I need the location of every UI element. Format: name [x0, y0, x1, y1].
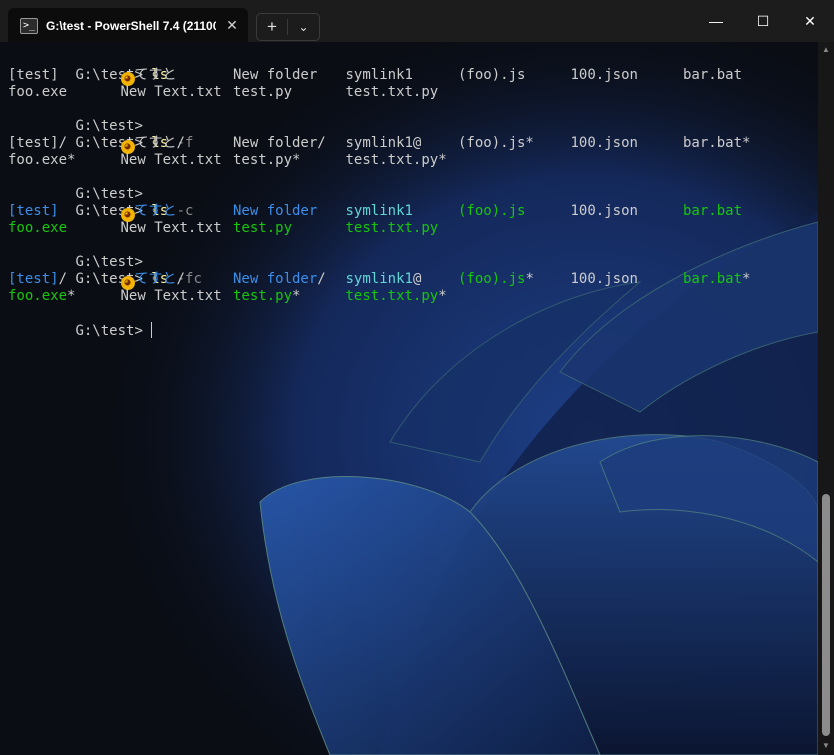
new-tab-button[interactable]: +: [257, 14, 287, 40]
scrollbar-thumb[interactable]: [822, 494, 830, 736]
entry: test.txt.py*: [345, 152, 447, 168]
entry-executable: foo.exe*: [8, 288, 76, 304]
listing-row: [test]/ ◕ てすと/ New folder/ symlink1@ (foo…: [8, 271, 814, 290]
entry: foo.exe: [8, 84, 68, 100]
entry: New Text.txt: [120, 84, 222, 100]
entry-executable: test.txt.py: [345, 220, 439, 236]
entry-directory: New folder: [233, 203, 318, 219]
entry: [test]: [8, 67, 59, 83]
listing-row: foo.exe New Text.txt test.py test.txt.py: [8, 220, 814, 237]
entry: test.py: [233, 84, 293, 100]
close-tab-icon[interactable]: ✕: [222, 15, 242, 35]
listing-row: foo.exe New Text.txt test.py test.txt.py: [8, 84, 814, 101]
listing-row: [test]/ ◕ てすと/ New folder/ symlink1@ (foo…: [8, 135, 814, 154]
entry: 100.json: [570, 67, 638, 83]
powershell-prompt-icon: >_: [20, 18, 38, 34]
entry: New Text.txt: [120, 152, 222, 168]
entry-executable: foo.exe: [8, 220, 68, 236]
text-cursor: [151, 322, 153, 338]
entry: bar.bat*: [683, 135, 751, 151]
entry: (foo).js*: [458, 135, 534, 151]
entry: [test]/: [8, 135, 68, 151]
entry: (foo).js: [458, 67, 526, 83]
prompt-line: G:\test>: [8, 101, 814, 134]
prompt-line: G:\test> ls -fc: [8, 254, 814, 287]
prompt-line: G:\test>: [8, 169, 814, 202]
active-prompt-line[interactable]: G:\test>: [8, 305, 814, 339]
entry-executable: bar.bat: [683, 203, 743, 219]
prompt-line: G:\test> ls: [8, 50, 814, 83]
entry: New folder/: [233, 135, 326, 151]
listing-row: [test] ◕ てすと New folder symlink1 (foo).js…: [8, 67, 814, 86]
entry-executable: test.txt.py*: [345, 288, 447, 304]
entry: 100.json: [570, 135, 638, 151]
entry: 100.json: [570, 203, 638, 219]
terminal-output[interactable]: G:\test> ls [test] ◕ てすと New folder symli…: [8, 50, 814, 339]
prompt-line: G:\test> ls -c: [8, 186, 814, 219]
entry: symlink1@: [345, 135, 422, 151]
entry-executable: bar.bat*: [683, 271, 751, 287]
entry-directory: [test]/: [8, 271, 68, 287]
maximize-button[interactable]: ☐: [740, 0, 786, 42]
close-window-button[interactable]: ✕: [787, 0, 833, 42]
entry-symlink: symlink1@: [345, 271, 422, 287]
entry: foo.exe*: [8, 152, 76, 168]
entry: symlink1: [345, 67, 413, 83]
minimize-button[interactable]: —: [693, 0, 739, 42]
entry-executable: (foo).js: [458, 203, 526, 219]
tab-controls: + ⌄: [256, 13, 320, 41]
scroll-down-arrow-icon[interactable]: ▼: [822, 742, 830, 750]
entry: New Text.txt: [120, 220, 222, 236]
listing-row: [test] ◕ てすと New folder symlink1 (foo).js…: [8, 203, 814, 222]
entry-directory: New folder/: [233, 271, 326, 287]
entry-executable: (foo).js*: [458, 271, 534, 287]
prompt: G:\test>: [75, 323, 152, 339]
title-bar[interactable]: >_ G:\test - PowerShell 7.4 (21100 ✕ + ⌄…: [0, 0, 834, 42]
terminal-pane[interactable]: G:\test> ls [test] ◕ てすと New folder symli…: [0, 42, 818, 755]
listing-row: foo.exe* New Text.txt test.py* test.txt.…: [8, 152, 814, 169]
prompt-line: G:\test>: [8, 237, 814, 270]
entry-symlink: symlink1: [345, 203, 413, 219]
prompt-line: G:\test> ls -f: [8, 118, 814, 151]
tab-title: G:\test - PowerShell 7.4 (21100: [46, 19, 216, 33]
scroll-up-arrow-icon[interactable]: ▲: [822, 46, 830, 54]
entry: New folder: [233, 67, 318, 83]
entry: test.txt.py: [345, 84, 439, 100]
tab-dropdown-button[interactable]: ⌄: [288, 14, 319, 40]
vertical-scrollbar[interactable]: ▲ ▼: [818, 42, 834, 755]
entry: New Text.txt: [120, 288, 222, 304]
entry-executable: test.py: [233, 220, 293, 236]
entry-executable: test.py*: [233, 288, 301, 304]
terminal-window: >_ G:\test - PowerShell 7.4 (21100 ✕ + ⌄…: [0, 0, 834, 755]
entry: bar.bat: [683, 67, 743, 83]
entry: 100.json: [570, 271, 638, 287]
tab-powershell[interactable]: >_ G:\test - PowerShell 7.4 (21100 ✕: [8, 8, 248, 42]
listing-row: foo.exe* New Text.txt test.py* test.txt.…: [8, 288, 814, 305]
entry-directory: [test]: [8, 203, 59, 219]
entry: test.py*: [233, 152, 301, 168]
